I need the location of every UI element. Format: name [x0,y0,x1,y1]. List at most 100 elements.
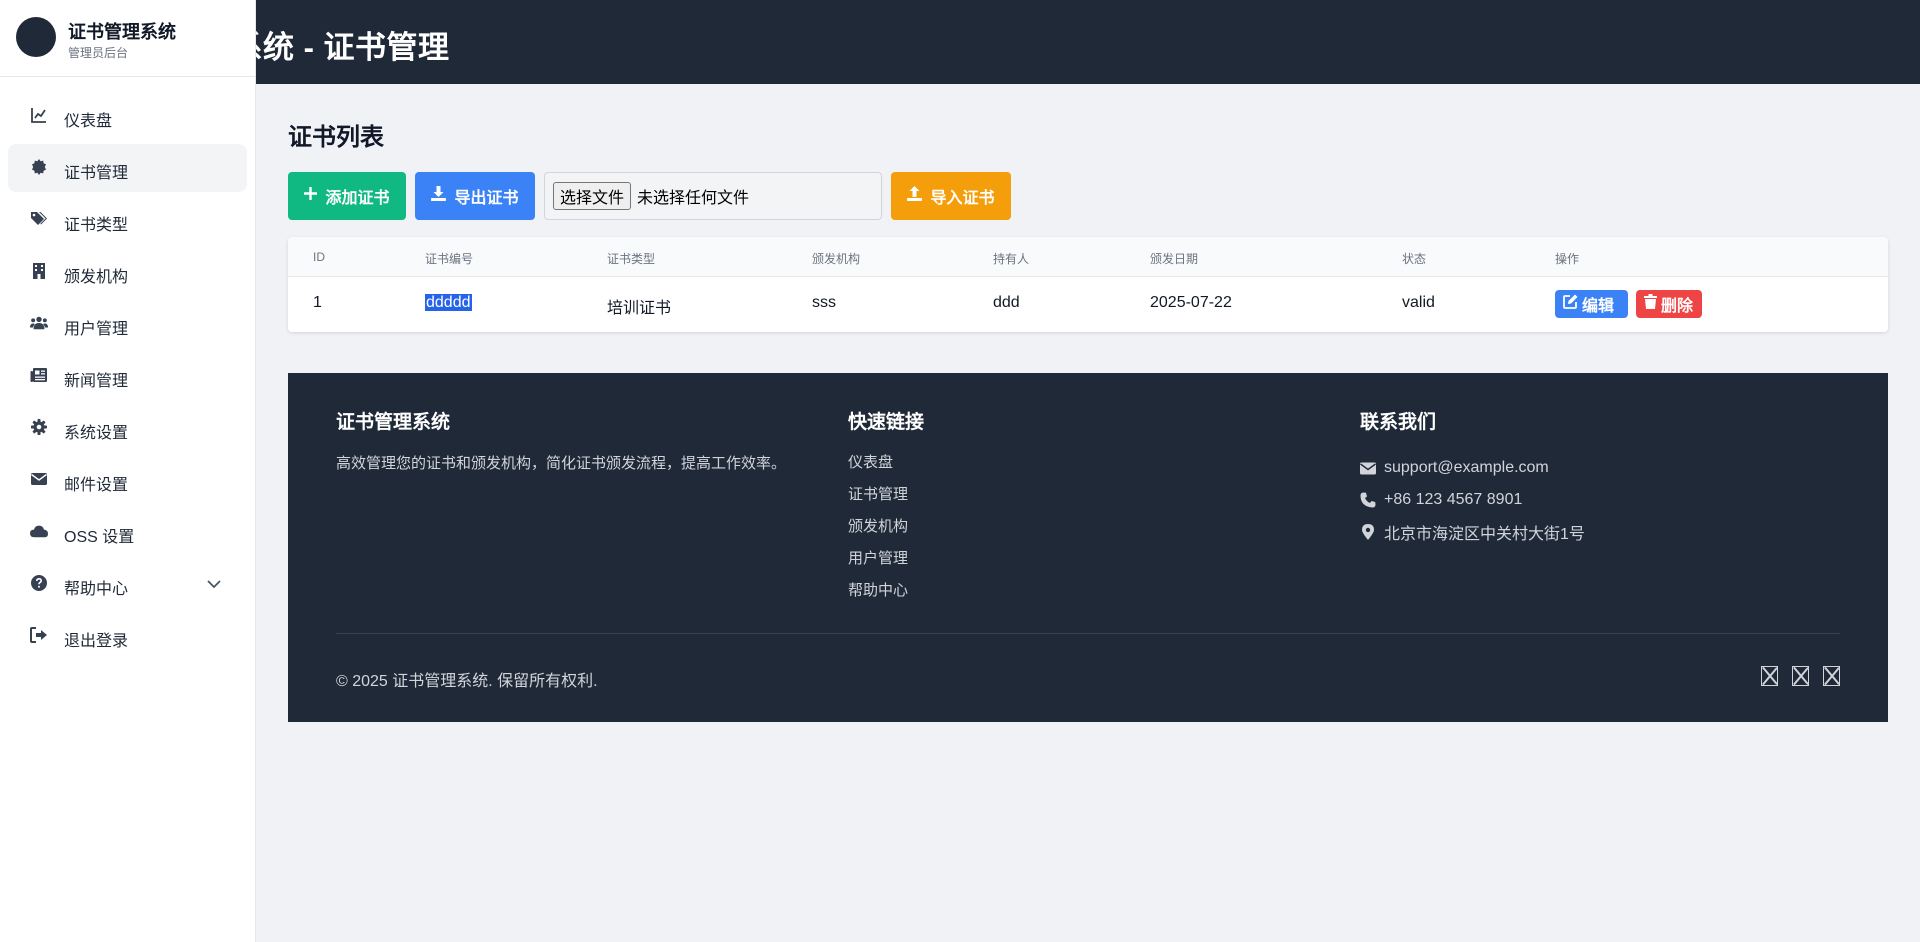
missing-glyph-icon[interactable] [1792,666,1809,686]
question-circle-icon [30,574,48,592]
file-status-text: 未选择任何文件 [637,190,750,207]
chevron-down-icon[interactable] [207,576,221,594]
footer-link-dashboard[interactable]: 仪表盘 [848,452,924,484]
sidebar-item-label: 颁发机构 [64,269,129,286]
sidebar-nav: 仪表盘 证书管理 证书类型 颁发机构 用户管理 新闻管理 系统设置 邮件设置 O… [0,77,255,660]
delete-label: 删除 [1661,298,1694,315]
cell-status: valid [1402,294,1435,311]
import-file-input[interactable]: 选择文件 未选择任何文件 [544,172,882,220]
sidebar-item-issuers[interactable]: 颁发机构 [8,248,247,296]
top-header: 理系统 - 证书管理 [0,0,1920,84]
edit-label: 编辑 [1582,298,1615,315]
contact-address-text: 北京市海淀区中关村大街1号 [1384,526,1585,543]
sidebar-item-label: OSS 设置 [64,529,135,546]
contact-email-text: support@example.com [1384,459,1549,476]
cell-holder: ddd [993,294,1020,311]
sidebar-item-users[interactable]: 用户管理 [8,300,247,348]
footer-link-users[interactable]: 用户管理 [848,548,924,580]
footer-links-title: 快速链接 [848,412,925,433]
brand-subtitle: 管理员后台 [68,46,129,60]
column-header-holder: 持有人 [993,252,1030,266]
phone-icon [1360,492,1376,508]
footer-link-help[interactable]: 帮助中心 [848,580,924,612]
footer-link-issuers[interactable]: 颁发机构 [848,516,924,548]
envelope-icon [30,470,48,488]
sidebar-item-label: 退出登录 [64,633,129,650]
footer-divider [336,633,1840,634]
sidebar-item-label: 新闻管理 [64,373,129,390]
choose-file-button[interactable]: 选择文件 [553,182,632,210]
certificate-toolbar: 添加证书 导出证书 选择文件 未选择任何文件 导入证书 [288,172,1011,220]
tags-icon [30,210,48,228]
contact-address: 北京市海淀区中关村大街1号 [1360,516,1585,548]
sidebar-item-label: 系统设置 [64,425,129,442]
sidebar-item-label: 仪表盘 [64,113,113,130]
missing-glyph-icon[interactable] [1823,666,1840,686]
selected-text: ddddd [425,294,472,311]
import-certificates-label: 导入证书 [930,190,995,207]
sidebar-item-logout[interactable]: 退出登录 [8,612,247,660]
site-footer: 证书管理系统 高效管理您的证书和颁发机构，简化证书颁发流程，提高工作效率。 快速… [288,373,1888,722]
contact-email: support@example.com [1360,452,1585,484]
footer-about: 证书管理系统 高效管理您的证书和颁发机构，简化证书颁发流程，提高工作效率。 [336,407,786,473]
add-certificate-label: 添加证书 [325,190,390,207]
sidebar-item-oss-settings[interactable]: OSS 设置 [8,508,247,556]
users-icon [30,314,48,332]
column-header-date: 颁发日期 [1150,252,1199,266]
cog-icon [30,418,48,436]
social-links [1761,666,1840,686]
footer-contact: 联系我们 support@example.com +86 123 4567 89… [1360,407,1585,548]
section-title: 证书列表 [288,124,384,151]
cell-id: 1 [313,294,322,311]
table-row: 1 ddddd 培训证书 sss ddd 2025-07-22 valid 编辑… [288,277,1888,332]
cell-issuer: sss [812,294,836,311]
cloud-icon [30,522,48,540]
footer-about-title: 证书管理系统 [336,412,451,433]
plus-icon [304,187,318,205]
sidebar-item-dashboard[interactable]: 仪表盘 [8,92,247,140]
cell-type: 培训证书 [607,300,672,317]
brand-logo [16,17,56,57]
edit-icon [1563,294,1578,314]
sidebar-item-certificates[interactable]: 证书管理 [8,144,247,192]
sidebar-item-help-center[interactable]: 帮助中心 [8,560,247,608]
edit-button[interactable]: 编辑 [1555,290,1628,318]
add-certificate-button[interactable]: 添加证书 [288,172,406,220]
column-header-actions: 操作 [1555,252,1580,266]
sidebar-item-label: 证书管理 [64,165,129,182]
sign-out-icon [30,626,48,644]
table-header: ID 证书编号 证书类型 颁发机构 持有人 颁发日期 状态 操作 [288,237,1888,277]
column-header-number: 证书编号 [425,252,474,266]
sidebar: 证书管理系统 管理员后台 仪表盘 证书管理 证书类型 颁发机构 用户管理 新闻管… [0,0,256,942]
column-header-type: 证书类型 [607,252,656,266]
contact-phone-text: +86 123 4567 8901 [1384,491,1523,508]
sidebar-item-label: 证书类型 [64,217,129,234]
envelope-icon [1360,460,1376,476]
sidebar-item-system-settings[interactable]: 系统设置 [8,404,247,452]
map-marker-icon [1360,524,1376,540]
sidebar-brand: 证书管理系统 管理员后台 [0,0,255,77]
sidebar-item-certificate-types[interactable]: 证书类型 [8,196,247,244]
footer-link-certificates[interactable]: 证书管理 [848,484,924,516]
import-certificates-button[interactable]: 导入证书 [891,172,1011,220]
sidebar-item-label: 帮助中心 [64,581,129,598]
contact-phone: +86 123 4567 8901 [1360,484,1585,516]
sidebar-item-mail-settings[interactable]: 邮件设置 [8,456,247,504]
chart-line-icon [30,106,48,124]
building-icon [30,262,48,280]
certificates-table: ID 证书编号 证书类型 颁发机构 持有人 颁发日期 状态 操作 1 ddddd… [288,237,1888,332]
sidebar-item-news[interactable]: 新闻管理 [8,352,247,400]
missing-glyph-icon[interactable] [1761,666,1778,686]
footer-about-text: 高效管理您的证书和颁发机构，简化证书颁发流程，提高工作效率。 [336,455,787,472]
brand-title: 证书管理系统 [68,22,176,42]
delete-button[interactable]: 删除 [1636,290,1702,318]
export-certificates-label: 导出证书 [454,190,519,207]
sidebar-item-label: 用户管理 [64,321,129,338]
column-header-issuer: 颁发机构 [812,252,861,266]
column-header-status: 状态 [1402,252,1427,266]
footer-copyright: © 2025 证书管理系统. 保留所有权利. [336,673,598,690]
export-certificates-button[interactable]: 导出证书 [415,172,535,220]
cell-date: 2025-07-22 [1150,294,1232,311]
newspaper-icon [30,366,48,384]
download-icon [431,186,447,206]
